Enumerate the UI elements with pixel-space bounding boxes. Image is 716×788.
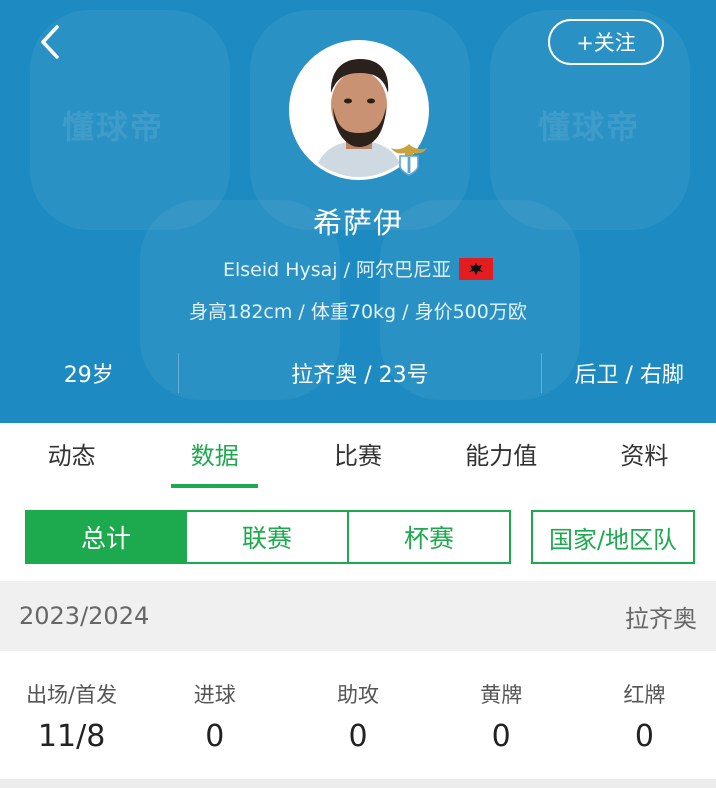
player-age: 29岁 xyxy=(63,363,114,388)
watermark-text: 懂球帝 xyxy=(538,108,641,146)
back-arrow-icon xyxy=(41,25,59,59)
competition-filter: 总计 联赛 杯赛 国家/地区队 xyxy=(0,491,716,581)
season-header: 2023/2024 拉齐奥 xyxy=(0,581,716,651)
season-stats: 出场/首发 11/8 进球 0 助攻 0 黄牌 0 红牌 0 xyxy=(0,651,716,779)
albania-flag-icon xyxy=(459,257,494,280)
segment-cup[interactable]: 杯赛 xyxy=(349,510,511,564)
stat-goals: 进球 0 xyxy=(143,651,286,779)
stat-value: 0 xyxy=(348,719,368,754)
stat-label: 进球 xyxy=(193,683,236,707)
segment-league[interactable]: 联赛 xyxy=(187,510,349,564)
watermark-text: 懂球帝 xyxy=(62,108,165,146)
stat-label: 助攻 xyxy=(337,683,379,707)
player-header: 懂球帝 懂球帝 +关注 希萨伊 Elseid Hysaj / 阿尔巴尼亚 身高1… xyxy=(0,0,716,423)
stat-label: 出场/首发 xyxy=(26,683,118,707)
player-body-info: 身高182cm / 体重70kg / 身价500万欧 xyxy=(189,301,527,323)
stat-appearances: 出场/首发 11/8 xyxy=(0,651,143,779)
player-club-number: 拉齐奥 / 23号 xyxy=(291,363,429,388)
season-team: 拉齐奥 xyxy=(625,604,697,633)
player-position-foot: 后卫 / 右脚 xyxy=(574,363,684,388)
stat-value: 0 xyxy=(634,719,654,754)
segment-total[interactable]: 总计 xyxy=(25,510,187,564)
tab-bar: 动态 数据 比赛 能力值 资料 xyxy=(0,423,716,491)
player-name: 希萨伊 xyxy=(312,206,403,240)
name-country-text: Elseid Hysaj / 阿尔巴尼亚 xyxy=(222,259,452,281)
stat-assists: 助攻 0 xyxy=(286,651,429,779)
player-info-row: 29岁 拉齐奥 / 23号 后卫 / 右脚 xyxy=(0,350,716,396)
segment-national-team[interactable]: 国家/地区队 xyxy=(531,510,695,564)
stat-red-cards: 红牌 0 xyxy=(573,651,716,779)
tab-news[interactable]: 动态 xyxy=(0,423,143,491)
follow-button[interactable]: +关注 xyxy=(548,19,664,65)
stat-value: 11/8 xyxy=(37,719,106,754)
tab-matches[interactable]: 比赛 xyxy=(286,423,429,491)
tab-profile[interactable]: 资料 xyxy=(573,423,716,491)
bottom-divider xyxy=(0,779,716,788)
season-label: 2023/2024 xyxy=(19,602,150,630)
segmented-control: 总计 联赛 杯赛 国家/地区队 xyxy=(25,510,695,564)
back-button[interactable] xyxy=(30,22,70,62)
lazio-badge-icon xyxy=(391,144,427,176)
stat-label: 黄牌 xyxy=(480,683,523,707)
player-name-country: Elseid Hysaj / 阿尔巴尼亚 xyxy=(0,255,716,282)
tab-data[interactable]: 数据 xyxy=(143,423,286,491)
stat-label: 红牌 xyxy=(623,683,666,707)
tab-ability[interactable]: 能力值 xyxy=(430,423,573,491)
stat-yellow-cards: 黄牌 0 xyxy=(430,651,573,779)
stat-value: 0 xyxy=(491,719,511,754)
stat-value: 0 xyxy=(205,719,225,754)
